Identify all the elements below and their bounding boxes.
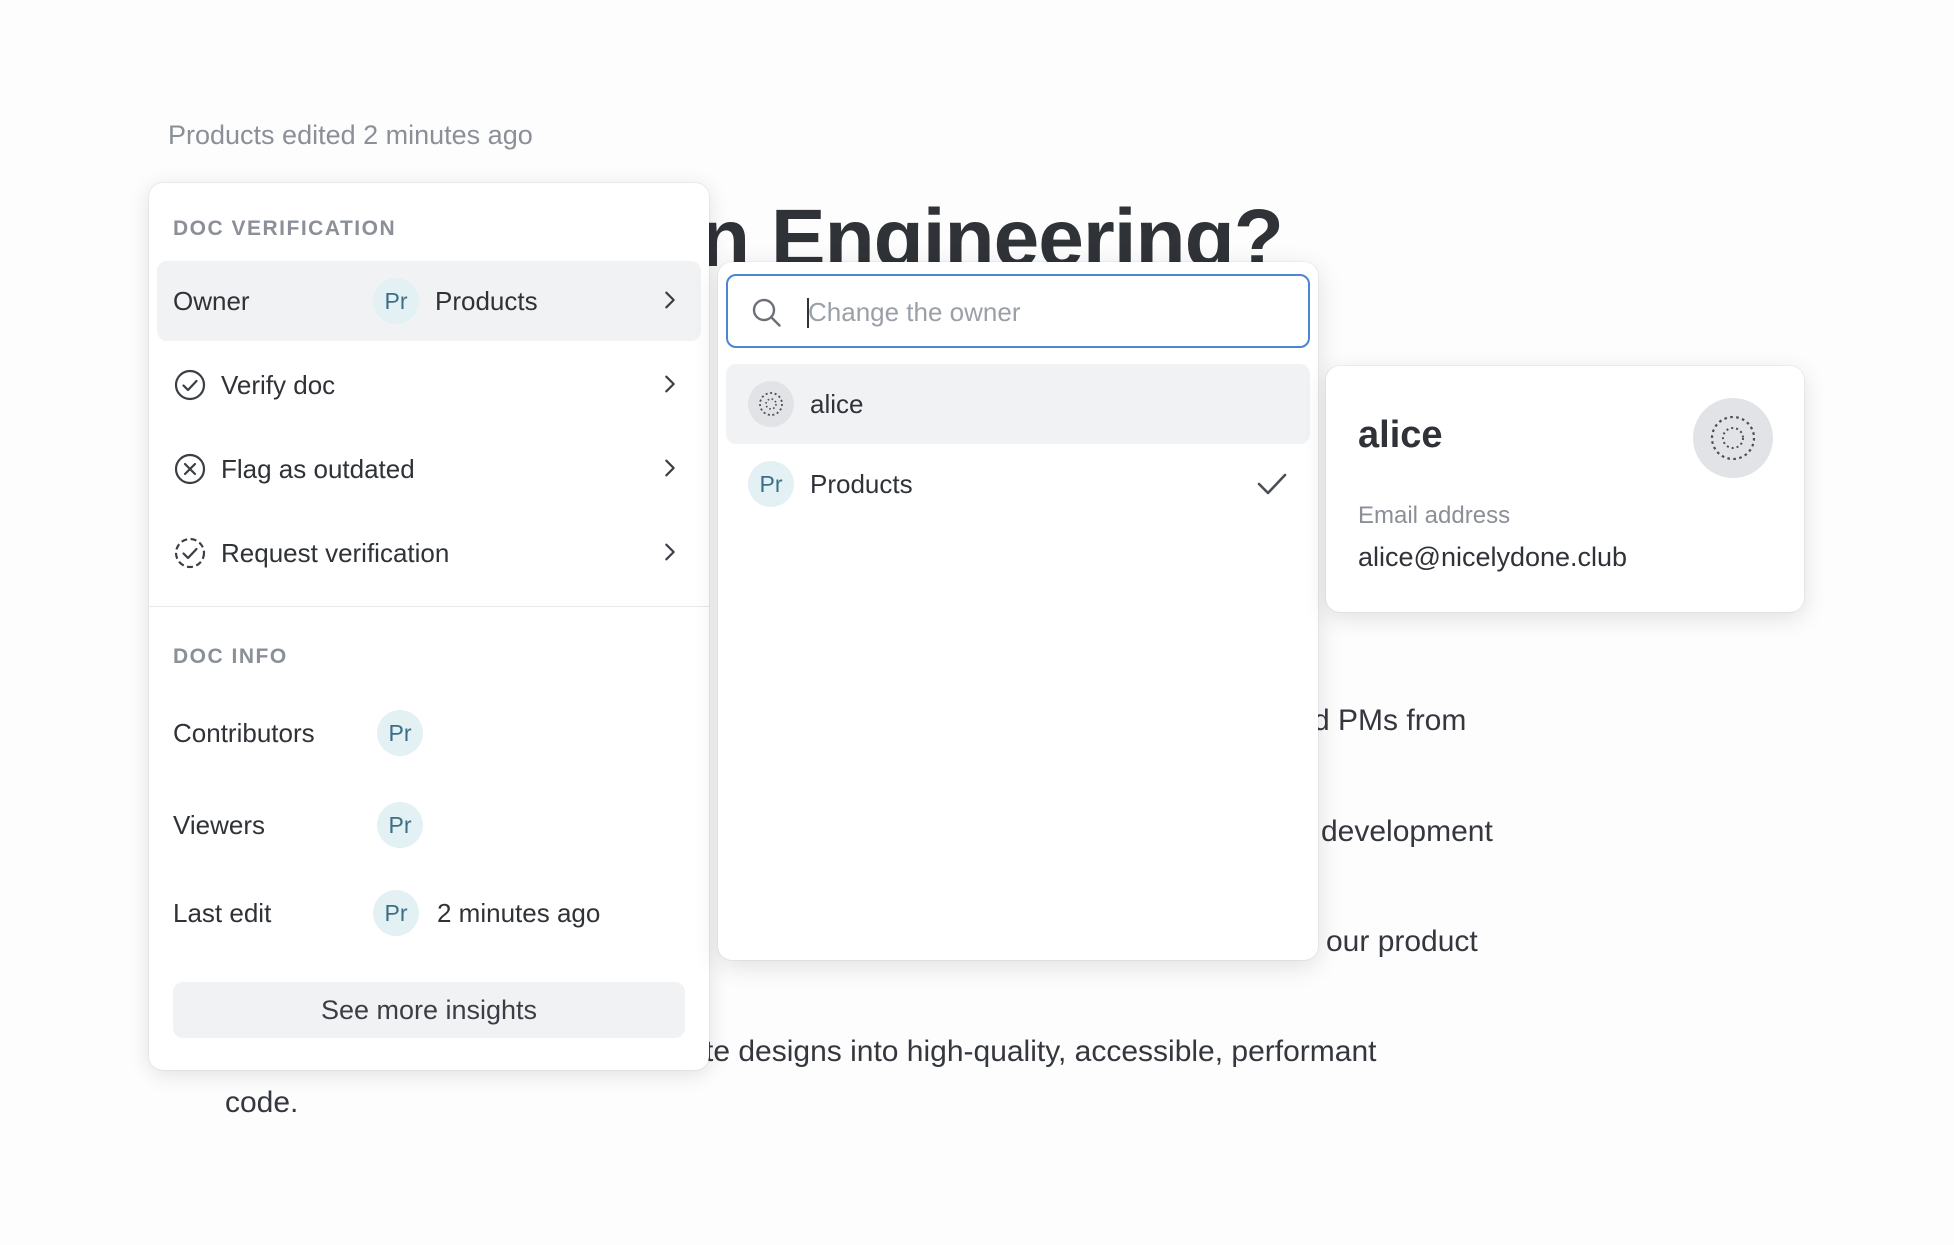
flag-outdated-item[interactable]: Flag as outdated [157, 429, 701, 509]
edited-note: Products edited 2 minutes ago [168, 120, 533, 150]
section-divider [149, 606, 709, 607]
user-email: alice@nicelydone.club [1358, 542, 1628, 572]
doc-body-line: code. [225, 1086, 299, 1119]
check-circle-icon [174, 369, 206, 401]
last-edit-avatar: Pr [373, 890, 419, 936]
user-card-avatar [1693, 398, 1773, 478]
owner-option-alice[interactable]: alice [726, 364, 1310, 444]
user-profile-card: alice Email address alice@nicelydone.clu… [1326, 366, 1804, 612]
owner-option-products[interactable]: Pr Products [726, 444, 1310, 524]
owner-option-label: alice [810, 388, 864, 419]
verify-doc-item[interactable]: Verify doc [157, 345, 701, 425]
doc-verification-title: DOC VERIFICATION [173, 217, 397, 240]
request-verification-label: Request verification [221, 537, 450, 568]
dotted-avatar-icon [1710, 415, 1756, 461]
last-edit-value: 2 minutes ago [437, 898, 601, 928]
chevron-right-icon [665, 543, 675, 561]
verify-doc-label: Verify doc [221, 369, 336, 400]
owner-value: Products [435, 285, 538, 316]
owner-option-label: Products [810, 468, 913, 499]
doc-verification-panel: DOC VERIFICATION Owner Pr Products Verif… [149, 183, 709, 1070]
contributor-avatar[interactable]: Pr [377, 710, 423, 756]
doc-body-line: our product [1326, 925, 1478, 958]
contributors-label: Contributors [173, 718, 315, 748]
flag-outdated-label: Flag as outdated [221, 453, 415, 484]
search-icon [752, 298, 781, 327]
doc-info-title: DOC INFO [173, 645, 288, 668]
text-caret [807, 298, 809, 328]
see-more-insights-button[interactable]: See more insights [173, 982, 685, 1038]
owner-row[interactable]: Owner Pr Products [157, 261, 701, 341]
chevron-right-icon [665, 459, 675, 477]
doc-body-line: development [1321, 815, 1493, 848]
products-avatar: Pr [748, 461, 794, 507]
owner-label: Owner [173, 285, 250, 316]
dotted-avatar-icon [748, 381, 794, 427]
chevron-right-icon [665, 291, 675, 309]
x-circle-icon [174, 453, 206, 485]
last-edit-label: Last edit [173, 898, 272, 928]
dashed-check-circle-icon [174, 537, 206, 569]
checkmark-icon [1257, 473, 1287, 495]
doc-body-line: d PMs from [1313, 704, 1467, 737]
user-card-name: alice [1358, 414, 1443, 456]
email-address-label: Email address [1358, 502, 1511, 529]
doc-body-line: te designs into high-quality, accessible… [705, 1035, 1377, 1068]
owner-search-input[interactable] [806, 290, 1290, 334]
viewers-label: Viewers [173, 810, 266, 840]
viewer-avatar[interactable]: Pr [377, 802, 423, 848]
request-verification-item[interactable]: Request verification [157, 513, 701, 593]
owner-search-box[interactable] [726, 274, 1310, 348]
owner-avatar: Pr [373, 278, 419, 324]
owner-picker-dropdown: alice Pr Products [718, 262, 1318, 960]
chevron-right-icon [665, 375, 675, 393]
